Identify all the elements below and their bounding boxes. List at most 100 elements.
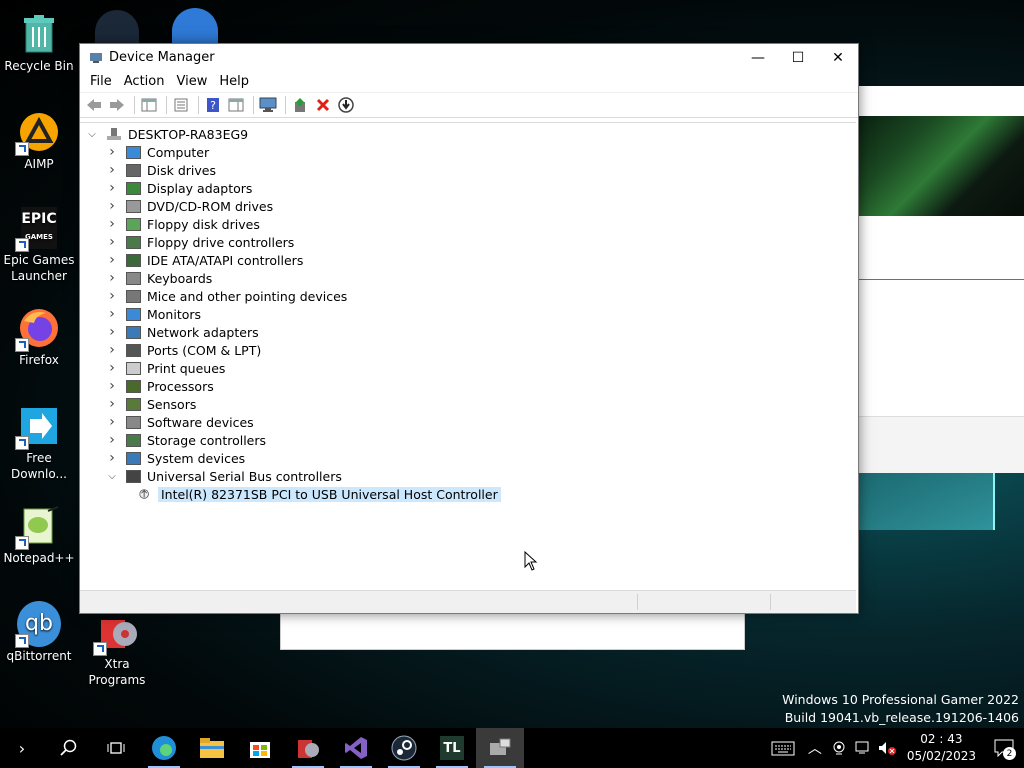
close-button[interactable]: ✕ — [818, 44, 858, 71]
tree-category[interactable]: › Floppy disk drives — [106, 215, 260, 233]
show-hide-console-tree-button[interactable] — [139, 95, 159, 115]
notification-center-button[interactable]: 2 — [984, 728, 1024, 768]
disable-device-button[interactable] — [336, 95, 356, 115]
scan-hardware-button[interactable] — [258, 95, 278, 115]
taskbar-file-explorer[interactable] — [188, 728, 236, 768]
tree-category[interactable]: › Mice and other pointing devices — [106, 287, 347, 305]
desktop-icon-recycle-bin[interactable]: Recycle Bin — [0, 12, 78, 74]
taskbar-tl[interactable]: TL — [428, 728, 476, 768]
taskbar-steam[interactable] — [380, 728, 428, 768]
chevron-right-icon[interactable]: › — [106, 198, 118, 214]
tree-category[interactable]: › Disk drives — [106, 161, 216, 179]
taskbar-store[interactable] — [236, 728, 284, 768]
desktop-icon-free-download[interactable]: Free Downlo... — [0, 404, 78, 482]
chevron-right-icon[interactable]: › — [106, 288, 118, 304]
chevron-down-icon[interactable]: ⌵ — [86, 128, 98, 140]
chevron-right-icon[interactable]: › — [106, 252, 118, 268]
update-driver-button[interactable] — [290, 95, 310, 115]
taskbar-xtra-programs[interactable] — [284, 728, 332, 768]
shortcut-arrow-icon — [15, 142, 29, 156]
chevron-right-icon[interactable]: › — [106, 162, 118, 178]
action-pane-button[interactable] — [226, 95, 246, 115]
tree-category[interactable]: › Monitors — [106, 305, 201, 323]
minimize-button[interactable]: — — [738, 44, 778, 71]
tree-category[interactable]: › DVD/CD-ROM drives — [106, 197, 273, 215]
chevron-right-icon[interactable]: › — [106, 234, 118, 250]
tree-category[interactable]: › Computer — [106, 143, 209, 161]
chevron-right-icon[interactable]: › — [106, 378, 118, 394]
desktop-icon-notepadpp[interactable]: Notepad++ — [0, 504, 78, 566]
help-button[interactable]: ? — [203, 95, 223, 115]
back-button[interactable] — [84, 95, 104, 115]
desktop-icon-xtra-programs[interactable]: Xtra Programs — [78, 610, 156, 688]
chevron-right-icon[interactable]: › — [106, 270, 118, 286]
taskbar-device-manager[interactable] — [476, 728, 524, 768]
desktop-icon-qbittorrent[interactable]: qb qBittorrent — [0, 601, 78, 664]
tree-category-label: Ports (COM & LPT) — [147, 342, 262, 358]
desktop-icon-firefox[interactable]: Firefox — [0, 306, 78, 368]
chevron-right-icon[interactable]: › — [106, 342, 118, 358]
background-window[interactable] — [855, 86, 1024, 473]
watermark-line1: Windows 10 Professional Gamer 2022 — [782, 692, 1019, 707]
chevron-right-icon[interactable]: › — [106, 450, 118, 466]
edge-icon — [152, 736, 176, 760]
tree-category[interactable]: › Network adapters — [106, 323, 258, 341]
keyboard-tray-button[interactable] — [763, 728, 803, 768]
chevron-right-icon[interactable]: › — [106, 414, 118, 430]
chevron-right-icon[interactable]: › — [106, 432, 118, 448]
taskbar-clock[interactable]: 02 : 43 05/02/2023 — [899, 731, 984, 765]
taskbar-visual-studio[interactable] — [332, 728, 380, 768]
steam-desktop-icon[interactable] — [95, 10, 139, 44]
properties-button[interactable] — [171, 95, 191, 115]
device-manager-icon — [490, 738, 511, 755]
maximize-icon: ☐ — [791, 49, 805, 66]
shortcut-arrow-icon — [93, 642, 107, 656]
device-manager-window[interactable]: Device Manager — ☐ ✕ File Action View He… — [79, 43, 859, 614]
volume-tray-button[interactable] — [875, 728, 899, 768]
show-hidden-icons-button[interactable]: ︿ — [803, 728, 827, 768]
chevron-right-icon[interactable]: › — [106, 144, 118, 160]
tree-category[interactable]: › Software devices — [106, 413, 253, 431]
tree-category[interactable]: › Ports (COM & LPT) — [106, 341, 261, 359]
task-view-icon — [107, 742, 125, 754]
menu-view[interactable]: View — [170, 74, 213, 89]
tree-category[interactable]: › Floppy drive controllers — [106, 233, 294, 251]
tree-category[interactable]: › Display adaptors — [106, 179, 252, 197]
tree-category[interactable]: › Keyboards — [106, 269, 212, 287]
browser-desktop-icon[interactable] — [172, 8, 218, 44]
tree-category[interactable]: › System devices — [106, 449, 245, 467]
tree-category[interactable]: › IDE ATA/ATAPI controllers — [106, 251, 303, 269]
tree-category[interactable]: › Sensors — [106, 395, 196, 413]
network-tray-button[interactable] — [851, 728, 875, 768]
background-dialog[interactable] — [280, 612, 745, 650]
search-button[interactable] — [44, 728, 92, 768]
webcam-tray-button[interactable] — [827, 728, 851, 768]
chevron-right-icon[interactable]: › — [106, 180, 118, 196]
menu-help[interactable]: Help — [213, 74, 255, 89]
chevron-right-icon[interactable]: › — [106, 396, 118, 412]
chevron-right-icon[interactable]: › — [106, 324, 118, 340]
tree-category[interactable]: › Storage controllers — [106, 431, 266, 449]
menu-action[interactable]: Action — [118, 74, 171, 89]
start-button[interactable]: › — [0, 728, 44, 768]
desktop-icon-epic-games[interactable]: EPIC GAMES Epic Games Launcher — [0, 206, 78, 284]
software-device-icon — [126, 415, 141, 429]
maximize-button[interactable]: ☐ — [778, 44, 818, 71]
tree-category[interactable]: › Processors — [106, 377, 214, 395]
chevron-right-icon[interactable]: › — [106, 216, 118, 232]
tree-category[interactable]: › Print queues — [106, 359, 225, 377]
desktop-icon-aimp[interactable]: AIMP — [0, 110, 78, 172]
tree-category[interactable]: ⌵ Universal Serial Bus controllers — [106, 467, 342, 485]
tree-root[interactable]: ⌵ DESKTOP-RA83EG9 — [86, 125, 248, 143]
title-bar[interactable]: Device Manager — ☐ ✕ — [80, 44, 858, 71]
chevron-right-icon[interactable]: › — [106, 306, 118, 322]
forward-button[interactable] — [107, 95, 127, 115]
usb-child-item[interactable]: Intel(R) 82371SB PCI to USB Universal Ho… — [138, 485, 501, 503]
task-view-button[interactable] — [92, 728, 140, 768]
menu-file[interactable]: File — [84, 74, 118, 89]
chevron-down-icon[interactable]: ⌵ — [106, 470, 118, 482]
chevron-right-icon[interactable]: › — [106, 360, 118, 376]
device-tree[interactable]: ⌵ DESKTOP-RA83EG9 › Computer › Disk drives ›… — [80, 122, 856, 589]
uninstall-device-button[interactable] — [313, 95, 333, 115]
taskbar-edge[interactable] — [140, 728, 188, 768]
